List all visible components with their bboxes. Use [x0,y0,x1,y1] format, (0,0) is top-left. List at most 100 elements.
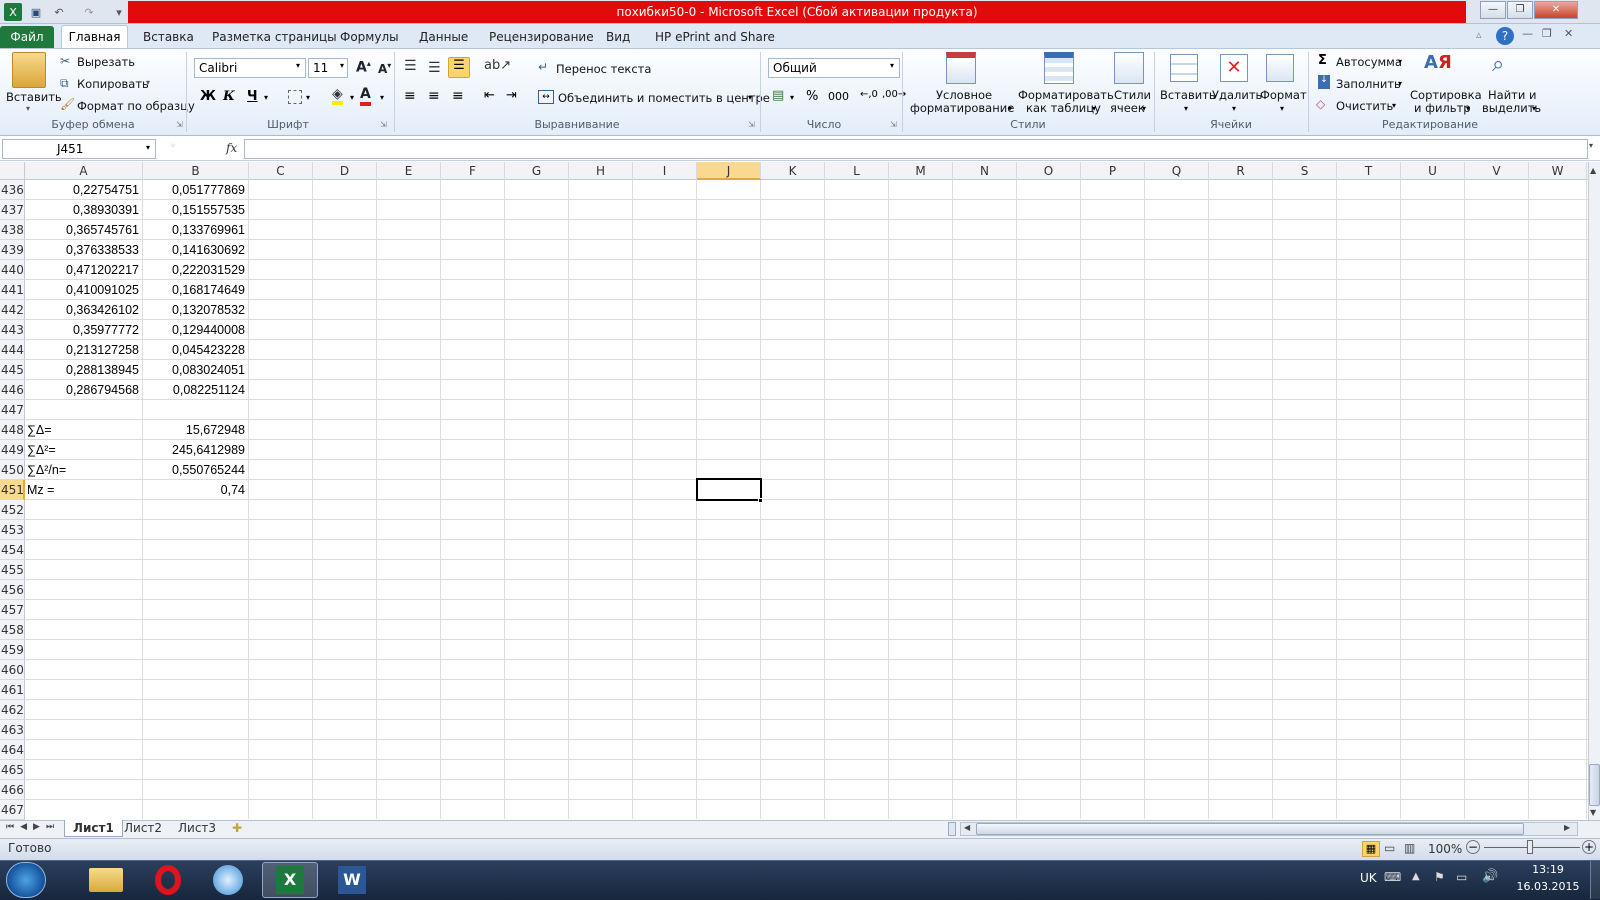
increase-indent-icon[interactable]: ⇥ [506,88,517,103]
column-header-p[interactable]: P [1081,162,1145,180]
row-header-438[interactable]: 438 [0,220,25,240]
cell-b443[interactable]: 0,129440008 [145,320,245,340]
cell-b446[interactable]: 0,082251124 [145,380,245,400]
format-as-table-icon[interactable] [1044,52,1074,84]
cell-b448[interactable]: 15,672948 [145,420,245,440]
cut-icon[interactable]: ✂ [60,54,70,68]
row-header-446[interactable]: 446 [0,380,25,400]
cell-b437[interactable]: 0,151557535 [145,200,245,220]
paste-icon[interactable] [12,52,46,88]
accounting-dropdown-icon[interactable]: ▾ [790,93,794,102]
font-color-dropdown-icon[interactable]: ▾ [380,93,384,102]
tab-page-layout[interactable]: Разметка страницы [204,26,345,48]
vertical-scrollbar[interactable] [1588,162,1600,820]
row-header-452[interactable]: 452 [0,500,25,520]
row-header-454[interactable]: 454 [0,540,25,560]
name-box-dropdown-icon[interactable]: ▾ [146,143,150,152]
page-layout-view-icon[interactable]: ▭ [1384,841,1395,855]
row-header-460[interactable]: 460 [0,660,25,680]
minimize-button[interactable]: — [1480,1,1506,19]
row-header-457[interactable]: 457 [0,600,25,620]
conditional-formatting-label-2[interactable]: форматирование [910,101,1014,115]
find-select-label-1[interactable]: Найти и [1488,88,1536,102]
expand-formula-bar-icon[interactable]: ▾ [1589,141,1593,150]
sheet-nav-arrows-icon[interactable]: ⏮◀▶⏭ [6,822,60,832]
zoom-level[interactable]: 100% [1428,842,1462,856]
clear-dropdown-icon[interactable]: ▾ [1392,101,1396,110]
fill-dropdown-icon[interactable]: ▾ [1398,79,1402,88]
cell-a446[interactable]: 0,286794568 [27,380,139,400]
page-break-view-icon[interactable]: ▥ [1404,841,1415,855]
name-box[interactable]: J451 [2,139,156,159]
row-header-440[interactable]: 440 [0,260,25,280]
percent-icon[interactable]: % [806,89,818,104]
column-header-a[interactable]: A [25,162,143,180]
horizontal-scroll-thumb[interactable] [976,823,1524,835]
column-header-n[interactable]: N [953,162,1017,180]
column-header-w[interactable]: W [1529,162,1587,180]
normal-view-icon[interactable]: ▦ [1362,841,1380,857]
clipboard-launcher-icon[interactable]: ⇲ [176,120,183,129]
keyboard-language[interactable]: UK [1360,871,1377,885]
comma-style-icon[interactable]: 000 [828,90,849,103]
row-header-445[interactable]: 445 [0,360,25,380]
cell-a439[interactable]: 0,376338533 [27,240,139,260]
format-painter-button[interactable]: Формат по образцу [77,99,195,113]
row-header-461[interactable]: 461 [0,680,25,700]
undo-icon[interactable]: ↶ [50,3,68,21]
copy-dropdown-icon[interactable]: ▾ [146,78,150,87]
close-button[interactable]: ✕ [1534,1,1578,19]
column-header-e[interactable]: E [377,162,441,180]
word-taskbar-icon[interactable]: W [324,862,380,898]
find-select-dropdown-icon[interactable]: ▾ [1532,104,1536,113]
column-header-m[interactable]: M [889,162,953,180]
shrink-font-icon[interactable]: A▾ [378,61,391,76]
column-header-j[interactable]: J [697,162,761,180]
autosum-dropdown-icon[interactable]: ▾ [1398,57,1402,66]
cell-b445[interactable]: 0,083024051 [145,360,245,380]
active-cell-selection[interactable] [696,478,762,501]
font-name-combo[interactable]: Calibri [194,58,306,78]
copy-icon[interactable]: ⧉ [60,76,69,91]
opera-taskbar-icon[interactable] [140,862,196,898]
wrap-text-button[interactable]: Перенос текста [556,62,651,76]
show-hidden-icons-icon[interactable]: ▲ [1412,871,1420,882]
tab-view[interactable]: Вид [598,26,638,48]
decrease-indent-icon[interactable]: ⇤ [484,88,495,103]
conditional-formatting-icon[interactable] [946,52,976,84]
cell-b440[interactable]: 0,222031529 [145,260,245,280]
insert-cells-icon[interactable] [1170,54,1198,82]
workbook-close-icon[interactable]: ✕ [1564,27,1573,40]
tab-data[interactable]: Данные [411,26,476,48]
clock-time[interactable]: 13:19 [1520,863,1576,876]
cell-b449[interactable]: 245,6412989 [145,440,245,460]
copy-button[interactable]: Копировать [77,77,149,91]
cell-b444[interactable]: 0,045423228 [145,340,245,360]
tab-split-handle[interactable] [948,822,956,836]
fill-handle[interactable] [758,498,763,503]
delete-cells-button[interactable]: Удалить [1212,88,1262,102]
sort-filter-label-1[interactable]: Сортировка [1410,88,1482,102]
scroll-down-icon[interactable]: ▼ [1590,808,1596,817]
number-launcher-icon[interactable]: ⇲ [890,120,897,129]
cell-styles-icon[interactable] [1114,52,1144,84]
format-cells-icon[interactable] [1266,54,1294,82]
sort-filter-label-2[interactable]: и фильтр [1414,101,1471,115]
row-header-453[interactable]: 453 [0,520,25,540]
row-header-465[interactable]: 465 [0,760,25,780]
cell-b438[interactable]: 0,133769961 [145,220,245,240]
cut-button[interactable]: Вырезать [77,55,135,69]
column-header-r[interactable]: R [1209,162,1273,180]
keyboard-icon[interactable]: ⌨ [1384,870,1401,884]
cell-b442[interactable]: 0,132078532 [145,300,245,320]
column-header-t[interactable]: T [1337,162,1401,180]
cell-b450[interactable]: 0,550765244 [145,460,245,480]
format-painter-icon[interactable]: 🖌 [60,97,75,111]
row-header-447[interactable]: 447 [0,400,25,420]
cell-a444[interactable]: 0,213127258 [27,340,139,360]
column-header-s[interactable]: S [1273,162,1337,180]
fill-color-dropdown-icon[interactable]: ▾ [350,93,354,102]
row-header-450[interactable]: 450 [0,460,25,480]
font-size-dropdown-icon[interactable]: ▾ [340,61,344,70]
cell-styles-dropdown-icon[interactable]: ▾ [1142,104,1146,113]
